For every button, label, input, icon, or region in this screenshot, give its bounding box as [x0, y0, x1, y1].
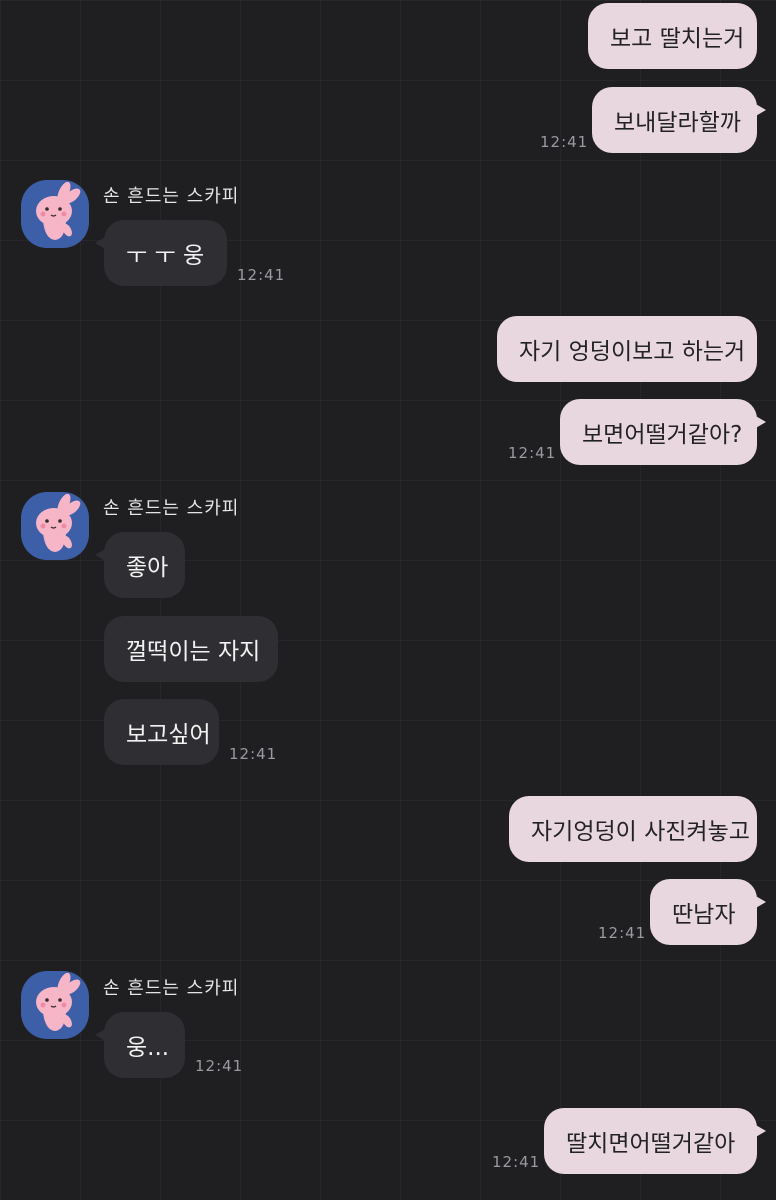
- message-timestamp: 12:41: [508, 444, 557, 462]
- message-text: 좋아: [126, 555, 169, 581]
- message-timestamp: 12:41: [237, 266, 286, 284]
- pink-rabbit-icon: [36, 181, 81, 240]
- message-bubble-outgoing[interactable]: 자기엉덩이 사진켜놓고: [509, 796, 757, 862]
- message-bubble-outgoing[interactable]: 딴남자: [650, 879, 766, 945]
- message-bubble-outgoing[interactable]: 보내달라할까: [592, 87, 766, 153]
- avatar[interactable]: [21, 180, 89, 248]
- sender-name: 손 흔드는 스카피: [103, 978, 240, 999]
- message-bubble-incoming[interactable]: 웅...: [95, 1012, 185, 1078]
- message-bubble-outgoing[interactable]: 딸치면어떨거같아: [544, 1108, 766, 1174]
- sender-name: 손 흔드는 스카피: [103, 186, 240, 207]
- message-text: 딸치면어떨거같아: [566, 1131, 736, 1157]
- message-text: 보고싶어: [126, 722, 211, 748]
- message-bubble-incoming[interactable]: 껄떡이는 자지: [104, 616, 278, 682]
- message-bubble-incoming[interactable]: 보고싶어: [104, 699, 219, 765]
- message-text: 껄떡이는 자지: [126, 639, 261, 665]
- message-text: 웅...: [126, 1035, 170, 1061]
- message-bubble-incoming[interactable]: 좋아: [95, 532, 185, 598]
- message-timestamp: 12:41: [598, 924, 647, 942]
- avatar[interactable]: [21, 971, 89, 1039]
- message-timestamp: 12:41: [540, 133, 589, 151]
- sender-name: 손 흔드는 스카피: [103, 498, 240, 519]
- message-timestamp: 12:41: [229, 745, 278, 763]
- message-text: 자기엉덩이 사진켜놓고: [531, 819, 750, 845]
- pink-rabbit-icon: [36, 972, 81, 1031]
- message-bubble-outgoing[interactable]: 보면어떨거같아?: [560, 399, 766, 465]
- message-text: ㅜ ㅜ 웅: [126, 243, 205, 269]
- message-bubble-outgoing[interactable]: 자기 엉덩이보고 하는거: [497, 316, 757, 382]
- message-bubble-outgoing[interactable]: 보고 딸치는거: [588, 3, 757, 69]
- message-text: 자기 엉덩이보고 하는거: [519, 339, 746, 365]
- message-text: 보내달라할까: [614, 110, 741, 136]
- message-timestamp: 12:41: [492, 1153, 541, 1171]
- avatar[interactable]: [21, 492, 89, 560]
- message-text: 보면어떨거같아?: [582, 422, 743, 448]
- message-timestamp: 12:41: [195, 1057, 244, 1075]
- message-bubble-incoming[interactable]: ㅜ ㅜ 웅: [95, 220, 227, 286]
- message-text: 딴남자: [672, 902, 736, 928]
- pink-rabbit-icon: [36, 493, 81, 552]
- message-text: 보고 딸치는거: [610, 26, 745, 52]
